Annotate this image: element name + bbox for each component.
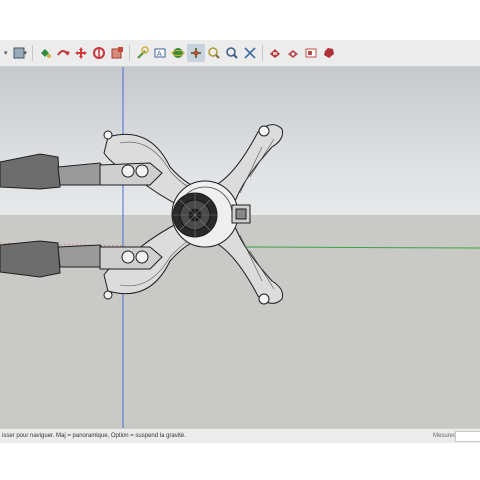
extension-warehouse-icon[interactable] — [284, 44, 302, 62]
orbit-icon[interactable] — [169, 44, 187, 62]
zoom-icon[interactable] — [205, 44, 223, 62]
zoom-window-icon[interactable] — [223, 44, 241, 62]
green-axis — [239, 246, 480, 249]
move-icon[interactable] — [72, 44, 90, 62]
push-pull-icon[interactable] — [90, 44, 108, 62]
drone-model[interactable] — [0, 124, 283, 305]
status-bar: isser pour naviguer. Maj = panoramique, … — [0, 428, 480, 443]
toolbar-dropdown-caret-icon[interactable]: ▾ — [4, 49, 8, 57]
paint-bucket-icon[interactable] — [36, 44, 54, 62]
scale-icon[interactable] — [108, 44, 126, 62]
toolbar: ▾ ▾ A — [0, 40, 480, 67]
zoom-extents-icon[interactable] — [241, 44, 259, 62]
measurements-label: Mesures — [433, 433, 457, 439]
scene-canvas — [0, 67, 480, 428]
ruby-icon[interactable] — [320, 44, 338, 62]
svg-text:A: A — [157, 51, 162, 58]
rotate-icon[interactable] — [54, 44, 72, 62]
pan-icon[interactable] — [187, 44, 206, 62]
toolbar-separator — [129, 45, 131, 61]
component-dropdown-caret-icon[interactable]: ▾ — [24, 49, 28, 57]
layout-icon[interactable] — [302, 44, 320, 62]
tape-measure-icon[interactable] — [133, 44, 151, 62]
measurements-field[interactable] — [455, 431, 480, 442]
model-viewport[interactable] — [0, 67, 480, 428]
text-icon[interactable]: A — [151, 44, 169, 62]
toolbar-separator — [32, 45, 34, 61]
toolbar-separator — [262, 45, 264, 61]
warehouse-icon[interactable] — [266, 44, 284, 62]
status-hint: isser pour naviguer. Maj = panoramique, … — [2, 433, 186, 439]
